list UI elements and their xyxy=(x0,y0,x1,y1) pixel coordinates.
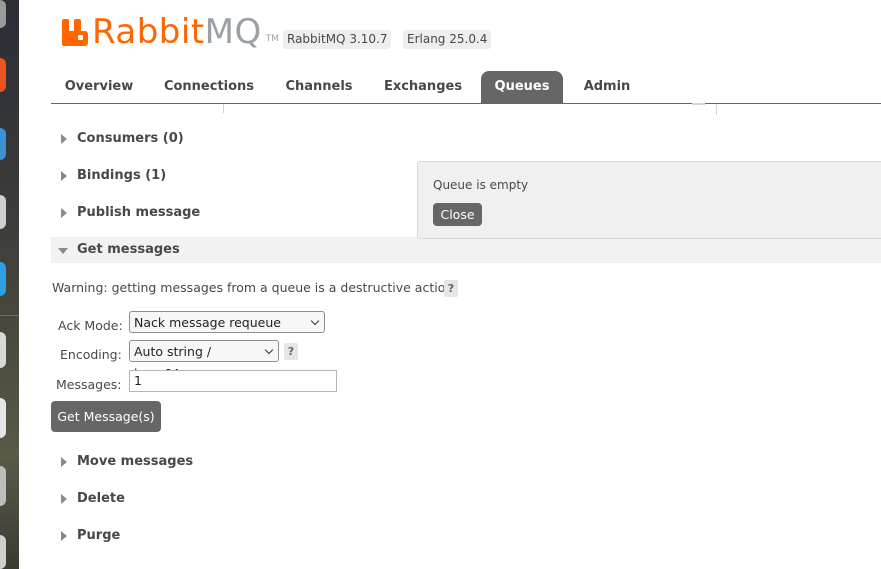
section-label: Get messages xyxy=(77,242,180,257)
section-label: Consumers (0) xyxy=(77,131,184,146)
messages-count-input[interactable]: 1 xyxy=(129,370,337,392)
section-bindings[interactable]: Bindings (1) xyxy=(51,163,411,189)
chevron-down-icon xyxy=(264,345,274,355)
ack-mode-label: Ack Mode: xyxy=(58,318,123,333)
rabbitmq-logo-icon xyxy=(62,18,88,46)
tab-channels[interactable]: Channels xyxy=(273,71,365,103)
destructive-warning: Warning: getting messages from a queue i… xyxy=(52,280,458,295)
dock-separator xyxy=(0,315,19,316)
expand-arrow-icon xyxy=(61,171,67,181)
dock-app-icon[interactable] xyxy=(0,195,6,229)
tab-admin[interactable]: Admin xyxy=(571,71,643,103)
section-label: Publish message xyxy=(77,205,201,220)
messages-label: Messages: xyxy=(56,377,122,392)
dock-app-icon[interactable] xyxy=(0,332,6,368)
section-delete[interactable]: Delete xyxy=(51,486,881,512)
tab-queues[interactable]: Queues xyxy=(481,71,563,103)
tab-overview[interactable]: Overview xyxy=(51,71,147,103)
dock-app-icon[interactable] xyxy=(0,0,6,28)
help-icon[interactable]: ? xyxy=(444,280,458,297)
notice-message: Queue is empty xyxy=(433,178,529,192)
dock-app-icon[interactable] xyxy=(0,535,6,569)
main-nav-tabs: Overview Connections Channels Exchanges … xyxy=(51,71,881,104)
expand-arrow-icon xyxy=(61,494,67,504)
rabbitmq-logo[interactable]: RabbitMQ TM xyxy=(62,12,279,52)
chevron-down-icon xyxy=(310,316,320,326)
tab-exchanges[interactable]: Exchanges xyxy=(373,71,473,103)
section-get-messages[interactable]: Get messages xyxy=(51,237,881,263)
collapse-arrow-icon xyxy=(58,248,68,254)
dock-app-icon[interactable] xyxy=(0,128,6,160)
dock-app-icon[interactable] xyxy=(0,398,6,438)
section-label: Move messages xyxy=(77,454,194,469)
get-messages-button[interactable]: Get Message(s) xyxy=(51,401,161,432)
divider xyxy=(692,103,705,105)
section-purge[interactable]: Purge xyxy=(51,523,881,549)
encoding-select[interactable]: Auto string / base64 xyxy=(129,340,279,381)
help-icon[interactable]: ? xyxy=(284,343,298,360)
close-button[interactable]: Close xyxy=(433,203,482,226)
divider xyxy=(716,104,717,115)
ack-mode-select[interactable]: Nack message requeue true xyxy=(129,311,325,352)
encoding-label: Encoding: xyxy=(60,347,122,362)
desktop-dock xyxy=(0,0,19,569)
logo-wordmark: RabbitMQ xyxy=(92,12,262,52)
section-move-messages[interactable]: Move messages xyxy=(51,449,881,475)
section-consumers[interactable]: Consumers (0) xyxy=(51,126,881,152)
logo-trademark: TM xyxy=(265,34,280,44)
rabbitmq-version-badge: RabbitMQ 3.10.7 xyxy=(283,30,392,49)
section-publish-message[interactable]: Publish message xyxy=(51,200,411,226)
section-label: Delete xyxy=(77,491,125,506)
divider xyxy=(223,104,224,113)
expand-arrow-icon xyxy=(61,531,67,541)
dock-app-icon[interactable] xyxy=(0,466,6,506)
section-label: Bindings (1) xyxy=(77,168,167,183)
dock-app-icon[interactable] xyxy=(0,58,6,92)
expand-arrow-icon xyxy=(61,134,67,144)
tab-connections[interactable]: Connections xyxy=(155,71,263,103)
erlang-version-badge: Erlang 25.0.4 xyxy=(403,30,492,49)
dock-app-icon[interactable] xyxy=(0,262,6,296)
queue-empty-notice: Queue is empty Close xyxy=(417,161,881,239)
section-label: Purge xyxy=(77,528,121,543)
expand-arrow-icon xyxy=(61,208,67,218)
expand-arrow-icon xyxy=(61,457,67,467)
